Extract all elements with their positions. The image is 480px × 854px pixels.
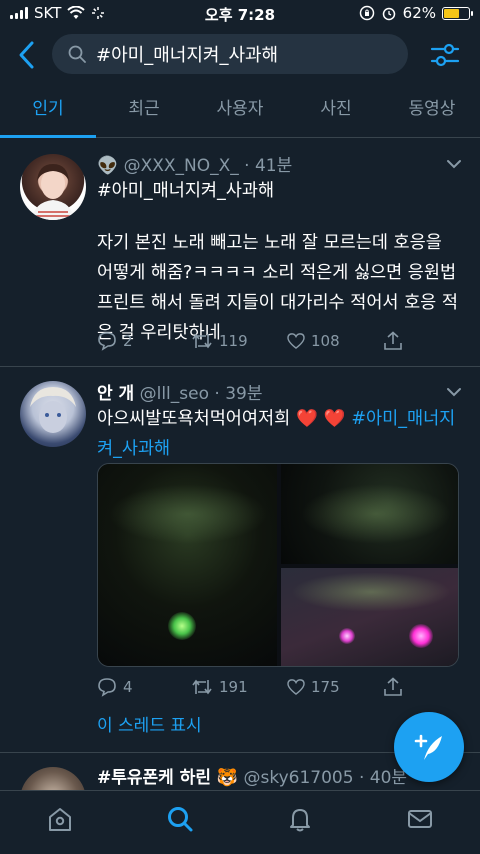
show-thread-link[interactable]: 이 스레드 표시 — [97, 711, 202, 736]
like-count: 108 — [311, 332, 340, 350]
search-icon — [168, 807, 193, 832]
battery-percent: 62% — [402, 4, 436, 22]
compose-tweet-button[interactable] — [394, 712, 464, 782]
tweet[interactable]: 안 개 @lll_seo · 39분 아으씨발또욕처먹어여저희 ❤️ ❤️ #아미_… — [0, 367, 480, 753]
crowd-lights — [291, 572, 451, 612]
author-name[interactable]: 👽 — [97, 156, 118, 176]
tweet[interactable]: 👽 @XXX_NO_X_ · 41분 #아미_매너지켜_사과해 자기 본진 노래… — [0, 139, 480, 367]
share-icon — [384, 677, 402, 696]
avatar[interactable] — [20, 381, 86, 447]
tweet-text: 아으씨발또욕처먹어여저희 ❤️ ❤️ #아미_매너지켜_사과해 — [97, 404, 460, 464]
crowd-lights — [301, 484, 451, 544]
heart-icon — [287, 333, 305, 349]
retweet-button[interactable]: 191 — [191, 678, 287, 696]
retweet-icon — [192, 679, 212, 695]
tweet-header: 안 개 @lll_seo · 39분 — [97, 379, 460, 404]
compose-tweet-icon — [414, 734, 442, 760]
tweet-time: · 41분 — [244, 156, 293, 176]
reply-icon — [98, 678, 116, 697]
search-tabs: 인기 최근 사용자 사진 동영상 — [0, 86, 480, 138]
lightstick-glow — [339, 628, 355, 644]
messages-mail-icon — [408, 810, 432, 828]
retweet-button[interactable]: 119 — [191, 332, 287, 350]
reply-button[interactable]: 2 — [97, 331, 191, 351]
lightstick-glow — [409, 624, 433, 648]
tab-videos[interactable]: 동영상 — [384, 86, 480, 137]
like-button[interactable]: 175 — [287, 678, 383, 696]
hashtag-link[interactable]: #아미_매너지켜_사과해 — [97, 176, 460, 206]
reply-count: 4 — [123, 678, 133, 696]
nav-search[interactable] — [120, 791, 240, 854]
home-icon — [49, 808, 71, 831]
status-right: 62% — [359, 4, 473, 22]
like-button[interactable]: 108 — [287, 332, 383, 350]
retweet-icon — [192, 333, 212, 349]
tab-latest[interactable]: 최근 — [96, 86, 192, 137]
tweet-actions: 4 191 175 — [97, 677, 417, 697]
notifications-bell-icon — [290, 809, 310, 832]
search-input[interactable]: #아미_매너지켜_사과해 — [52, 34, 408, 74]
orientation-lock-icon — [359, 5, 374, 21]
tweet-media-grid[interactable] — [97, 463, 459, 667]
author-name[interactable]: #투유폰케 하린 🐯 — [97, 768, 238, 788]
tweet-text: 자기 본진 노래 빼고는 노래 잘 모르는데 호응을 어떻게 해줌?ㅋㅋㅋㅋ 소… — [97, 233, 458, 343]
share-button[interactable] — [383, 677, 403, 697]
heart-emoji: ❤️ ❤️ — [296, 409, 346, 429]
author-handle[interactable]: @lll_seo — [140, 384, 209, 404]
reply-icon — [98, 332, 116, 351]
author-handle[interactable]: @XXX_NO_X_ — [124, 156, 239, 176]
bottom-nav — [0, 790, 480, 854]
filter-sliders-icon[interactable] — [430, 40, 460, 70]
tweet-time: · 39분 — [214, 384, 263, 404]
like-count: 175 — [311, 678, 340, 696]
tweet-actions: 2 119 108 — [97, 331, 417, 351]
author-name[interactable]: 안 개 — [97, 384, 134, 404]
share-button[interactable] — [383, 331, 403, 351]
search-header: #아미_매너지켜_사과해 — [0, 30, 480, 80]
search-query: #아미_매너지켜_사과해 — [96, 45, 279, 66]
heart-icon — [287, 679, 305, 695]
share-icon — [384, 331, 402, 350]
lightstick-glow — [168, 612, 196, 640]
tab-top[interactable]: 인기 — [0, 86, 96, 138]
retweet-count: 119 — [219, 332, 248, 350]
nav-notifications[interactable] — [240, 791, 360, 854]
avatar[interactable] — [20, 154, 86, 220]
retweet-count: 191 — [219, 678, 248, 696]
crowd-lights — [108, 484, 268, 544]
tweet-text-body: 아으씨발또욕처먹어여저희 — [97, 409, 291, 429]
tab-photos[interactable]: 사진 — [288, 86, 384, 137]
tweet-header: 👽 @XXX_NO_X_ · 41분 — [97, 151, 460, 176]
reply-count: 2 — [123, 332, 133, 350]
search-icon — [68, 45, 86, 63]
status-bar: SKT 오후 7:28 62% — [0, 0, 480, 28]
nav-home[interactable] — [0, 791, 120, 854]
media-photo[interactable] — [281, 464, 458, 564]
battery-icon — [442, 6, 473, 20]
media-photo[interactable] — [281, 568, 458, 666]
chevron-down-icon[interactable] — [446, 159, 462, 169]
media-photo[interactable] — [98, 464, 277, 666]
nav-messages[interactable] — [360, 791, 480, 854]
back-arrow-icon[interactable] — [14, 38, 40, 72]
tweet-time: · 40분 — [358, 768, 408, 788]
author-handle[interactable]: @sky617005 — [244, 768, 354, 788]
alarm-icon — [382, 7, 395, 21]
tab-people[interactable]: 사용자 — [192, 86, 288, 137]
reply-button[interactable]: 4 — [97, 677, 191, 697]
chevron-down-icon[interactable] — [446, 387, 462, 397]
